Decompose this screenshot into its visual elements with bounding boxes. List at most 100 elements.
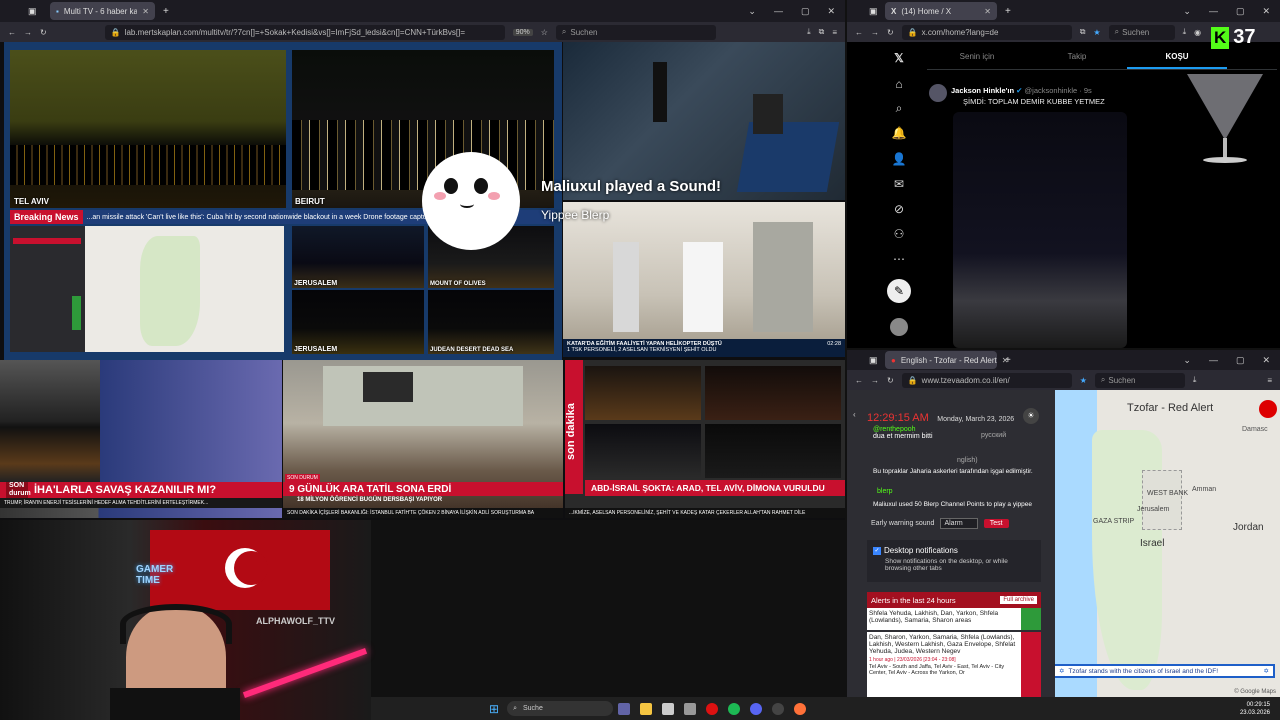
tab-for-you[interactable]: Senin için — [927, 44, 1027, 69]
alert-map[interactable]: Tzofar - Red Alert Damasc WEST BANK Amma… — [1037, 390, 1280, 697]
back-icon[interactable]: ← — [8, 28, 16, 37]
close-window-button[interactable]: ✕ — [827, 6, 835, 17]
close-tab-icon[interactable]: ✕ — [142, 7, 149, 16]
x-search-input[interactable]: ⌕ Suchen — [1108, 24, 1175, 40]
menu-icon[interactable]: ≡ — [1267, 376, 1272, 385]
feed-jerusalem-2[interactable]: JERUSALEM — [292, 290, 424, 354]
feed-tel-aviv[interactable]: TEL AVIV — [10, 50, 286, 208]
minimize-button[interactable]: — — [774, 6, 783, 17]
post-button[interactable]: ✎ — [887, 279, 911, 303]
teams-icon[interactable] — [618, 702, 631, 715]
x-logo-icon[interactable]: 𝕏 — [891, 50, 907, 66]
minimize-button[interactable]: — — [1209, 355, 1218, 366]
feed-judean-desert[interactable]: JUDEAN DESERT DEAD SEA — [428, 290, 554, 354]
tab-x-home[interactable]: X (14) Home / X ✕ — [885, 2, 997, 20]
start-icon[interactable]: ⊞ — [489, 702, 499, 716]
avatar[interactable] — [890, 318, 908, 336]
obs-icon[interactable] — [772, 702, 785, 715]
bookmark-star-icon[interactable]: ★ — [1093, 28, 1100, 37]
new-tab-button[interactable]: + — [1005, 6, 1011, 17]
reload-icon[interactable]: ↻ — [887, 376, 894, 385]
forward-icon[interactable]: → — [871, 376, 879, 385]
tab-list-icon[interactable]: ▣ — [869, 6, 878, 17]
reload-icon[interactable]: ↻ — [40, 28, 47, 37]
profile-icon[interactable]: ◉ — [1194, 28, 1201, 37]
search-input[interactable]: ⌕ Suchen — [555, 24, 716, 40]
tab-following[interactable]: Takip — [1027, 44, 1127, 69]
collapse-icon[interactable]: ‹ — [853, 410, 856, 419]
chevron-down-icon[interactable]: ⌄ — [1183, 355, 1191, 366]
download-icon[interactable]: ⤓ — [1183, 27, 1187, 37]
tab-redalert[interactable]: ● English - Tzofar - Red Alert ✕ — [885, 351, 1008, 369]
taskbar-search[interactable]: ⌕ Suche — [507, 701, 614, 716]
tweet-video[interactable] — [953, 112, 1127, 348]
feed-haber-global[interactable]: 9 GÜNLÜK ARA TATİL SONA ERDİ 18 MİLYON Ö… — [283, 360, 563, 518]
profile-icon[interactable]: ⚇ — [891, 226, 907, 242]
calendar-icon[interactable] — [684, 702, 697, 715]
maximize-button[interactable]: ▢ — [1236, 355, 1245, 366]
feed-haberturk[interactable]: SON durum İHA'LARLA SAVAŞ KAZANILIR MI? T… — [0, 360, 282, 518]
martini-glass-image — [1187, 74, 1263, 140]
forward-icon[interactable]: → — [24, 28, 32, 37]
desktop-notifications-checkbox[interactable]: ✓ — [873, 547, 881, 555]
follow-icon[interactable]: 👤 — [891, 151, 907, 167]
tweet-author[interactable]: Jackson Hinkle'ın — [951, 86, 1014, 95]
notifications-icon[interactable]: 🔔 — [891, 125, 907, 141]
extension-icon[interactable]: ⧉ — [819, 27, 825, 37]
back-icon[interactable]: ← — [855, 28, 863, 37]
close-tab-icon[interactable]: ✕ — [1002, 356, 1009, 365]
new-tab-button[interactable]: + — [163, 6, 169, 17]
full-archive-button[interactable]: Full archive — [1000, 596, 1037, 604]
translate-icon[interactable]: ⧉ — [1080, 27, 1086, 37]
alert-item-1[interactable]: Shfela Yehuda, Lakhish, Dan, Yarkon, Shf… — [867, 608, 1041, 630]
x-url-bar[interactable]: 🔒 x.com/home?lang=de — [901, 24, 1072, 40]
search-icon[interactable]: ⌕ — [891, 100, 907, 116]
download-icon[interactable]: ⤓ — [1193, 375, 1197, 385]
system-clock[interactable]: 00:29:15 23.03.2026 — [1240, 701, 1270, 717]
tab-list-icon[interactable]: ▣ — [28, 6, 37, 17]
maximize-button[interactable]: ▢ — [1236, 6, 1245, 17]
lang-english[interactable]: nglish) — [957, 457, 978, 464]
reload-icon[interactable]: ↻ — [887, 28, 894, 37]
explorer-icon[interactable] — [640, 702, 653, 715]
feed-jerusalem-1[interactable]: JERUSALEM — [292, 226, 424, 288]
close-window-button[interactable]: ✕ — [1262, 6, 1270, 17]
chevron-down-icon[interactable]: ⌄ — [1183, 6, 1191, 17]
breaking-news-ticker: ...an missile attack 'Can't live like th… — [86, 213, 453, 221]
theme-toggle-icon[interactable]: ☀ — [1023, 408, 1039, 424]
alert-item-2[interactable]: Dan, Sharon, Yarkon, Samaria, Shfela (Lo… — [867, 632, 1041, 697]
feed-redalert-map[interactable] — [10, 226, 284, 352]
menu-icon[interactable]: ≡ — [832, 28, 837, 37]
chevron-down-icon[interactable]: ⌄ — [748, 6, 756, 17]
tab-list-icon[interactable]: ▣ — [869, 355, 878, 366]
close-tab-icon[interactable]: ✕ — [984, 7, 991, 16]
download-icon[interactable]: ⤓ — [807, 27, 811, 37]
feed-a-haber[interactable]: son dakika ABD-İSRAİL ŞOKTA: ARAD, TEL A… — [565, 360, 845, 518]
messages-icon[interactable]: ✉ — [891, 176, 907, 192]
url-bar[interactable]: 🔒 lab.mertskaplan.com/multitv/tr/?7cn[]=… — [104, 24, 505, 40]
ra-url-bar[interactable]: 🔒 www.tzevaadom.co.il/en/ — [901, 372, 1072, 388]
spotify-icon[interactable] — [728, 702, 741, 715]
store-icon[interactable] — [662, 702, 675, 715]
close-window-button[interactable]: ✕ — [1262, 355, 1270, 366]
bookmark-star-icon[interactable]: ★ — [1080, 376, 1087, 385]
forward-icon[interactable]: → — [871, 28, 879, 37]
bookmark-star-icon[interactable]: ☆ — [541, 28, 548, 37]
back-icon[interactable]: ← — [855, 376, 863, 385]
discord-icon[interactable] — [750, 702, 763, 715]
opera-icon[interactable] — [706, 702, 719, 715]
tab-multitv[interactable]: ▪ Multi TV - 6 haber kanalını aynı ✕ — [50, 2, 155, 20]
tab-kosu[interactable]: KOŞU — [1127, 44, 1227, 69]
ra-search-input[interactable]: ⌕ Suchen — [1094, 372, 1185, 388]
minimize-button[interactable]: — — [1209, 6, 1218, 17]
early-warning-select[interactable]: Alarm — [940, 518, 978, 529]
test-button[interactable]: Test — [983, 519, 1009, 528]
tweet-handle[interactable]: @jacksonhinkle · 9s — [1025, 86, 1092, 95]
home-icon[interactable]: ⌂ — [891, 76, 907, 92]
grok-icon[interactable]: ⊘ — [891, 201, 907, 217]
firefox-icon[interactable] — [794, 702, 807, 715]
tweet-avatar[interactable] — [929, 84, 947, 102]
more-icon[interactable]: ⋯ — [891, 251, 907, 267]
maximize-button[interactable]: ▢ — [801, 6, 810, 17]
zoom-level[interactable]: 90% — [512, 28, 533, 36]
